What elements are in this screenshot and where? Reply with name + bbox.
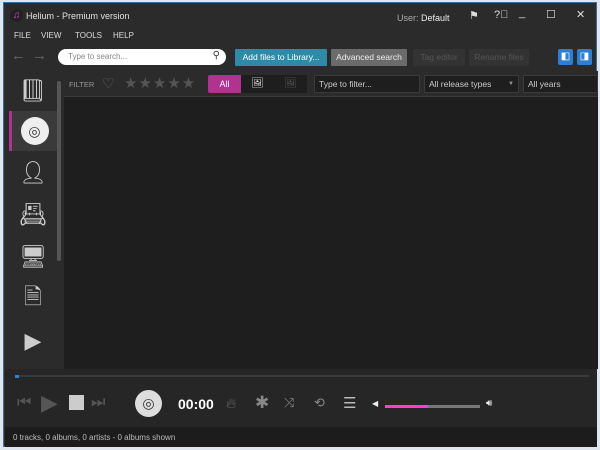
volume-low-icon[interactable]: ◀ <box>372 399 378 408</box>
user-label: User: <box>397 13 419 23</box>
previous-icon[interactable]: ⏮︎ <box>17 394 31 412</box>
search-placeholder: Type to search... <box>68 52 128 61</box>
menu-file[interactable]: FILE <box>14 31 31 40</box>
without-cover-filter-icon[interactable]: 🖼︎ <box>274 75 307 93</box>
book-icon: 📕︎ <box>19 78 47 103</box>
repeat-icon[interactable]: ⟲ <box>314 395 325 411</box>
add-files-button[interactable]: Add files to Library... <box>235 49 327 66</box>
monitor-icon: 🖥︎ <box>19 244 47 269</box>
rating-stars[interactable]: ★★★★★ <box>124 74 196 92</box>
with-cover-filter-icon[interactable]: 🖼︎ <box>241 75 274 93</box>
filter-label: FILTER <box>69 80 95 89</box>
advanced-search-button[interactable]: Advanced search <box>331 49 407 66</box>
shuffle-icon[interactable]: ⤨ <box>284 395 294 411</box>
asterisk-icon[interactable]: ✱ <box>255 393 269 413</box>
right-panel-toggle-icon[interactable]: ◨ <box>577 49 592 65</box>
menu-view[interactable]: VIEW <box>41 31 61 40</box>
flame-icon[interactable]: 🔥︎ <box>226 395 236 412</box>
minimize-button[interactable]: _ <box>519 7 525 19</box>
filter-bar: FILTER ♡ ★★★★★ All 🖼︎ 🖼︎ Type to filter.… <box>64 71 598 97</box>
sidebar-item-library[interactable]: 📕︎ <box>9 71 57 111</box>
sidebar-item-videos[interactable]: ▶ <box>9 321 57 361</box>
disc-icon[interactable]: ◎ <box>135 390 162 417</box>
volume-high-icon[interactable]: 🔊︎ <box>486 398 492 409</box>
app-logo-icon: ♫ <box>10 9 23 22</box>
volume-slider[interactable] <box>385 405 480 408</box>
disc-icon: ◎ <box>20 117 49 145</box>
window-title: Helium - Premium version <box>26 11 130 21</box>
sidebar: 📕︎ ◎ 👤︎ 📇︎ 🖥︎ 🗎 ▶ <box>5 71 63 369</box>
play-icon[interactable]: ▶ <box>41 390 58 416</box>
forward-arrow-icon[interactable]: → <box>32 47 47 64</box>
user-indicator[interactable]: User: Default <box>397 13 450 23</box>
favorite-heart-icon[interactable]: ♡ <box>102 75 115 92</box>
sidebar-item-contacts[interactable]: 📇︎ <box>9 195 57 235</box>
search-icon[interactable]: ⚲ <box>213 50 220 61</box>
document-icon: 🗎 <box>24 284 42 309</box>
content-area <box>64 71 598 369</box>
sidebar-item-documents[interactable]: 🗎 <box>9 279 57 319</box>
filter-input[interactable]: Type to filter... <box>314 75 420 93</box>
playlist-icon[interactable]: ☰ <box>343 394 356 412</box>
release-type-select[interactable]: All release types ▼ <box>424 75 519 93</box>
years-select[interactable]: All years <box>523 75 598 93</box>
contacts-icon: 📇︎ <box>19 202 47 227</box>
close-button[interactable]: ✕ <box>576 8 585 21</box>
video-file-icon: ▶ <box>24 328 42 353</box>
menu-help[interactable]: HELP <box>113 31 134 40</box>
help-icon[interactable]: ?⃝ <box>494 9 508 21</box>
stop-icon[interactable] <box>69 395 84 410</box>
seek-progress <box>15 375 19 378</box>
person-icon: 👤︎ <box>19 160 47 185</box>
left-panel-toggle-icon[interactable]: ◧ <box>558 49 573 65</box>
chevron-down-icon: ▼ <box>508 81 514 87</box>
next-icon[interactable]: ⏭︎ <box>91 394 105 412</box>
release-type-value: All release types <box>429 79 492 89</box>
main-window: ♫ Helium - Premium version User: Default… <box>3 2 598 447</box>
maximize-button[interactable]: ☐ <box>546 8 556 21</box>
tag-editor-button[interactable]: Tag editor <box>413 49 465 66</box>
sidebar-item-albums[interactable]: ◎ <box>9 111 57 151</box>
time-display: 00:00 <box>178 396 214 412</box>
rename-files-button[interactable]: Rename files <box>469 49 529 66</box>
sidebar-item-monitor[interactable]: 🖥︎ <box>9 237 57 277</box>
volume-fill <box>385 405 428 408</box>
search-input[interactable]: Type to search... ⚲ <box>58 49 226 65</box>
menu-tools[interactable]: TOOLS <box>75 31 102 40</box>
user-name: Default <box>421 13 450 23</box>
sidebar-scrollbar[interactable] <box>57 81 61 261</box>
flag-icon[interactable]: ⚑ <box>469 9 479 22</box>
status-bar: 0 tracks, 0 albums, 0 artists - 0 albums… <box>5 427 597 447</box>
filter-all-button[interactable]: All <box>208 75 241 93</box>
back-arrow-icon[interactable]: ← <box>11 47 26 64</box>
player-bar: ⏮︎ ▶ ⏭︎ ◎ 00:00 🔥︎ ✱ ⤨ ⟲ ☰ ◀ 🔊︎ <box>5 369 597 427</box>
seek-bar[interactable] <box>15 375 589 378</box>
sidebar-item-artists[interactable]: 👤︎ <box>9 153 57 193</box>
